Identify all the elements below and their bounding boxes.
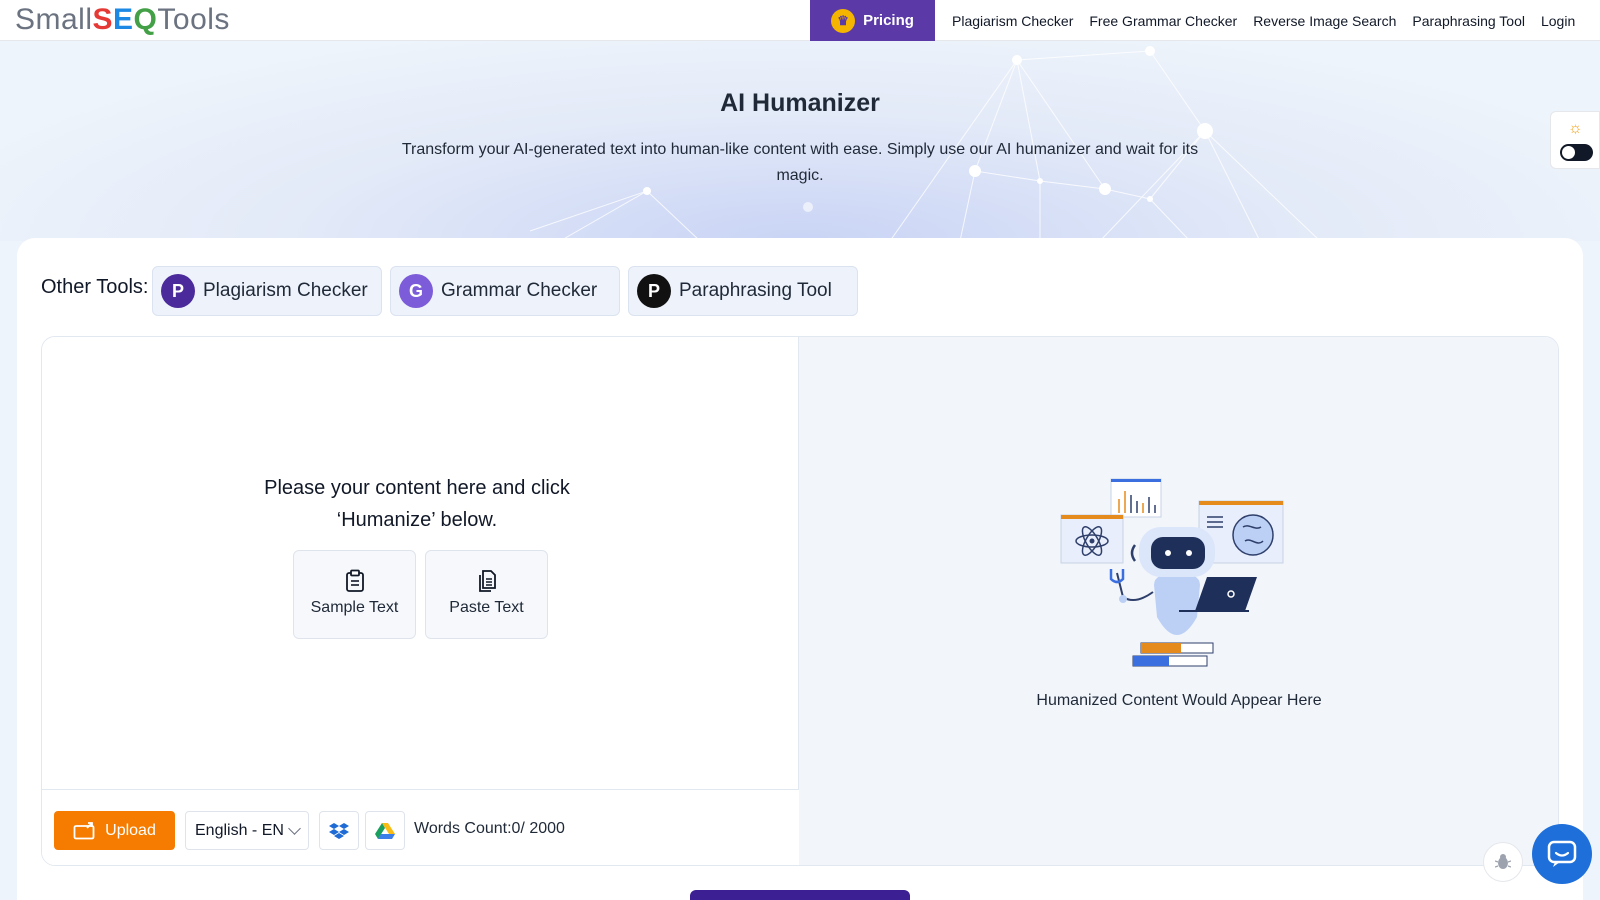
- humanizer-editor: Please your content here and click ‘Huma…: [41, 336, 1559, 866]
- logo-letter-s: S: [92, 3, 114, 36]
- sample-text-label: Sample Text: [310, 599, 399, 616]
- dropbox-icon: [329, 822, 349, 839]
- report-bug-button[interactable]: [1483, 842, 1523, 882]
- site-logo[interactable]: Small S E Q Tools: [15, 2, 230, 38]
- paste-text-label: Paste Text: [449, 599, 524, 616]
- tool-chip-grammar-checker[interactable]: G Grammar Checker: [390, 266, 620, 316]
- logo-letter-o: Q: [133, 3, 158, 36]
- nav-paraphrasing-tool[interactable]: Paraphrasing Tool: [1412, 13, 1525, 29]
- tool-chip-paraphrasing-tool[interactable]: P Paraphrasing Tool: [628, 266, 858, 316]
- tool-badge: G: [399, 274, 433, 308]
- bug-icon: [1495, 854, 1511, 869]
- words-count: Words Count:0/ 2000: [414, 820, 565, 837]
- nav-free-grammar-checker[interactable]: Free Grammar Checker: [1089, 13, 1237, 29]
- chevron-down-icon: [288, 822, 301, 835]
- top-navbar: Small S E Q Tools ♛ Pricing Plagiarism Check…: [0, 0, 1600, 41]
- nav-plagiarism-checker[interactable]: Plagiarism Checker: [952, 13, 1073, 29]
- sample-text-button[interactable]: Sample Text: [293, 550, 416, 639]
- nav-login[interactable]: Login: [1541, 13, 1575, 29]
- input-pane[interactable]: Please your content here and click ‘Huma…: [42, 337, 799, 865]
- paste-text-button[interactable]: Paste Text: [425, 550, 548, 639]
- logo-text-small: Small: [15, 3, 93, 36]
- logo-letter-e: E: [113, 3, 134, 36]
- page-subtitle: Transform your AI-generated text into hu…: [401, 141, 1199, 184]
- tool-chip-label: Grammar Checker: [441, 280, 598, 301]
- other-tools-label: Other Tools:: [41, 276, 149, 298]
- main-nav: Plagiarism Checker Free Grammar Checker …: [952, 0, 1575, 41]
- upload-label: Upload: [105, 821, 156, 839]
- result-placeholder: Humanized Content Would Appear Here: [1036, 692, 1322, 709]
- tool-chip-plagiarism-checker[interactable]: P Plagiarism Checker: [152, 266, 382, 316]
- logo-text-tools: Tools: [157, 3, 230, 36]
- pricing-label: Pricing: [863, 12, 914, 29]
- paste-icon: [478, 570, 496, 592]
- tool-badge: P: [161, 274, 195, 308]
- sun-icon: ☼: [1568, 120, 1583, 137]
- humanize-button[interactable]: [690, 890, 910, 900]
- clipboard-icon: [345, 569, 364, 592]
- editor-toolbar: Upload English - EN Words Count:0/ 2000: [42, 789, 799, 865]
- switch-knob: [1562, 146, 1575, 159]
- crown-icon: ♛: [831, 8, 856, 33]
- pricing-button[interactable]: ♛ Pricing: [810, 0, 935, 41]
- nav-reverse-image-search[interactable]: Reverse Image Search: [1253, 13, 1396, 29]
- tool-chip-label: Paraphrasing Tool: [679, 280, 832, 301]
- dark-mode-switch[interactable]: [1560, 144, 1593, 161]
- chat-icon: [1547, 840, 1577, 867]
- google-drive-button[interactable]: [365, 811, 405, 850]
- upload-button[interactable]: Upload: [54, 811, 175, 850]
- robot-illustration: [1060, 478, 1284, 667]
- google-drive-icon: [375, 822, 395, 839]
- tool-chip-label: Plagiarism Checker: [203, 280, 368, 301]
- input-prompt: Please your content here and click ‘Huma…: [264, 477, 570, 531]
- hero-banner: AI Humanizer Transform your AI-generated…: [0, 41, 1600, 241]
- live-chat-button[interactable]: [1532, 824, 1592, 884]
- language-select[interactable]: English - EN: [185, 811, 309, 850]
- theme-toggle[interactable]: ☼: [1550, 111, 1600, 169]
- tool-card: Other Tools: P Plagiarism Checker G Gram…: [17, 238, 1583, 900]
- upload-icon: [73, 821, 95, 839]
- page-title: AI Humanizer: [720, 89, 880, 117]
- output-pane: Humanized Content Would Appear Here: [799, 337, 1558, 865]
- dropbox-button[interactable]: [319, 811, 359, 850]
- tool-badge: P: [637, 274, 671, 308]
- language-value: English - EN: [195, 821, 284, 839]
